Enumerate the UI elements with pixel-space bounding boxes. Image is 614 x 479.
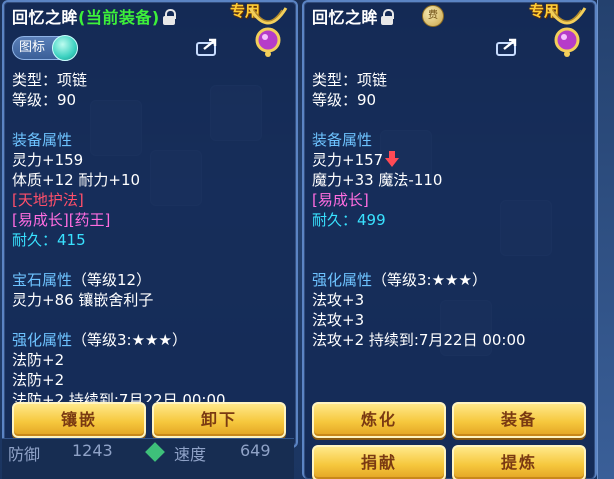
item-details: 类型：项链 等级：90 装备属性 灵力+159 体质+12 耐力+10 [天地护… — [12, 70, 290, 402]
current-equip-tag: (当前装备) — [78, 8, 160, 27]
attribute-line: 灵力+157 — [312, 151, 384, 169]
enhance-level: （等级3:★★★） — [372, 271, 487, 289]
enhance-attributes-heading: 强化属性 — [12, 331, 73, 349]
defense-label: 防御 — [8, 445, 41, 464]
attribute-line: 灵力+159 — [12, 151, 84, 169]
enhance-line: 法攻+2 持续到:7月22日 00:00 — [312, 331, 526, 349]
enhance-line: 法攻+3 — [312, 311, 365, 329]
enhance-level: （等级3:★★★） — [72, 331, 187, 349]
item-type: 类型：项链 — [312, 71, 388, 89]
item-type: 类型：项链 — [12, 71, 88, 89]
speed-icon — [145, 442, 165, 462]
item-details: 类型：项链 等级：90 装备属性 灵力+157 魔力+33 魔法-110 [易成… — [312, 70, 589, 350]
attribute-line: 魔力+33 魔法-110 — [312, 171, 443, 189]
extract-button[interactable]: 提炼 — [452, 445, 586, 479]
durability: 耐久：415 — [12, 231, 86, 249]
item-title: 回忆之眸(当前装备) — [12, 4, 176, 28]
item-level: 等级：90 — [12, 91, 77, 109]
item-title: 回忆之眸 — [312, 4, 395, 28]
lock-icon[interactable] — [381, 8, 395, 25]
share-icon[interactable] — [496, 38, 520, 56]
speed-value: 649 — [240, 441, 271, 460]
side-menu-strip — [597, 0, 614, 479]
special-skill-tag: [易成长] — [312, 191, 369, 209]
unequip-button[interactable]: 卸下 — [152, 402, 286, 438]
enhance-line: 法防+2 持续到:7月22日 00:00 — [12, 391, 226, 402]
speed-label: 速度 — [174, 445, 207, 464]
fee-badge-icon: 费 — [422, 5, 444, 27]
refine-button[interactable]: 炼化 — [312, 402, 446, 438]
lock-icon[interactable] — [162, 8, 176, 25]
equipment-attributes-heading: 装备属性 — [312, 131, 373, 149]
item-name: 回忆之眸 — [312, 8, 379, 27]
enhance-line: 法防+2 — [12, 371, 65, 389]
durability: 耐久：499 — [312, 211, 386, 229]
compare-item-panel: 回忆之眸 费 专用 类型：项链 等级：90 装备属性 灵力+157 魔力+33 … — [302, 0, 597, 479]
enhance-line: 法攻+3 — [312, 291, 365, 309]
icon-toggle[interactable]: 图标 — [12, 35, 78, 61]
special-effect-tag: [天地护法] — [12, 191, 84, 209]
item-level: 等级：90 — [312, 91, 377, 109]
toggle-knob — [52, 35, 78, 61]
necklace-icon — [547, 7, 587, 57]
character-stats-bar: 防御 1243 速度 649 — [2, 438, 294, 479]
share-icon[interactable] — [196, 38, 220, 56]
gem-attributes-heading: 宝石属性 — [12, 271, 73, 289]
enhance-attributes-heading: 强化属性 — [312, 271, 373, 289]
gem-level: （等级12） — [72, 271, 152, 289]
icon-toggle-label: 图标 — [19, 40, 46, 55]
decrease-arrow-icon — [385, 151, 400, 167]
special-skill-tag: [易成长][药王] — [12, 211, 111, 229]
item-name: 回忆之眸 — [12, 8, 79, 27]
enhance-line: 法防+2 — [12, 351, 65, 369]
equip-button[interactable]: 装备 — [452, 402, 586, 438]
necklace-icon — [248, 7, 288, 57]
equipped-item-panel: 回忆之眸(当前装备) 专用 图标 类型：项链 等级：90 装备属性 灵力+159… — [2, 0, 298, 448]
gem-line: 灵力+86 镶嵌舍利子 — [12, 291, 154, 309]
attribute-line: 体质+12 耐力+10 — [12, 171, 141, 189]
inlay-button[interactable]: 镶嵌 — [12, 402, 146, 438]
equipment-attributes-heading: 装备属性 — [12, 131, 73, 149]
defense-value: 1243 — [72, 441, 113, 460]
donate-button[interactable]: 捐献 — [312, 445, 446, 479]
